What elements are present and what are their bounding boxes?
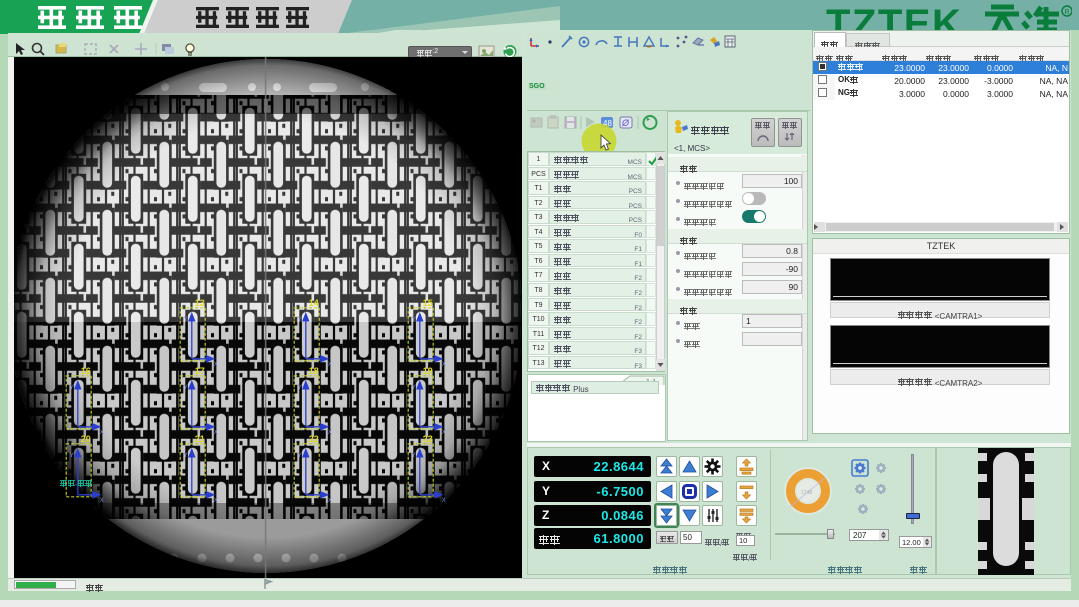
svg-text:1748: 1748: [801, 490, 812, 496]
svg-text:15: 15: [423, 298, 433, 308]
svg-text:Y: Y: [70, 453, 74, 459]
svg-text:X: X: [214, 430, 218, 436]
svg-text:23: 23: [423, 434, 433, 444]
svg-text:16: 16: [81, 366, 91, 376]
svg-text:R: R: [1065, 9, 1070, 16]
svg-text:Y: Y: [412, 385, 416, 391]
svg-text:Ø: Ø: [621, 118, 630, 128]
svg-text:X: X: [328, 498, 332, 504]
svg-text:X: X: [442, 430, 446, 436]
svg-text:X: X: [100, 430, 104, 436]
svg-text:Y: Y: [184, 453, 188, 459]
svg-text:18: 18: [309, 366, 319, 376]
svg-text:Y: Y: [184, 317, 188, 323]
svg-text:Y: Y: [70, 385, 74, 391]
svg-text:Y: Y: [298, 385, 302, 391]
svg-text:13: 13: [195, 298, 205, 308]
svg-text:Y: Y: [298, 453, 302, 459]
svg-text:19: 19: [423, 366, 433, 376]
svg-text:X: X: [442, 362, 446, 368]
svg-text:X: X: [214, 498, 218, 504]
svg-text:X: X: [100, 498, 104, 504]
svg-text:17: 17: [195, 366, 205, 376]
svg-text:X: X: [328, 362, 332, 368]
svg-text:X: X: [214, 362, 218, 368]
svg-text:Y: Y: [184, 385, 188, 391]
svg-text:14: 14: [309, 298, 319, 308]
svg-text:X: X: [442, 498, 446, 504]
svg-text:Y: Y: [298, 317, 302, 323]
svg-text:22: 22: [309, 434, 319, 444]
svg-text:Y: Y: [412, 317, 416, 323]
svg-text:X: X: [328, 430, 332, 436]
svg-text:Y: Y: [412, 453, 416, 459]
svg-text:21: 21: [195, 434, 205, 444]
svg-text:20: 20: [81, 434, 91, 444]
